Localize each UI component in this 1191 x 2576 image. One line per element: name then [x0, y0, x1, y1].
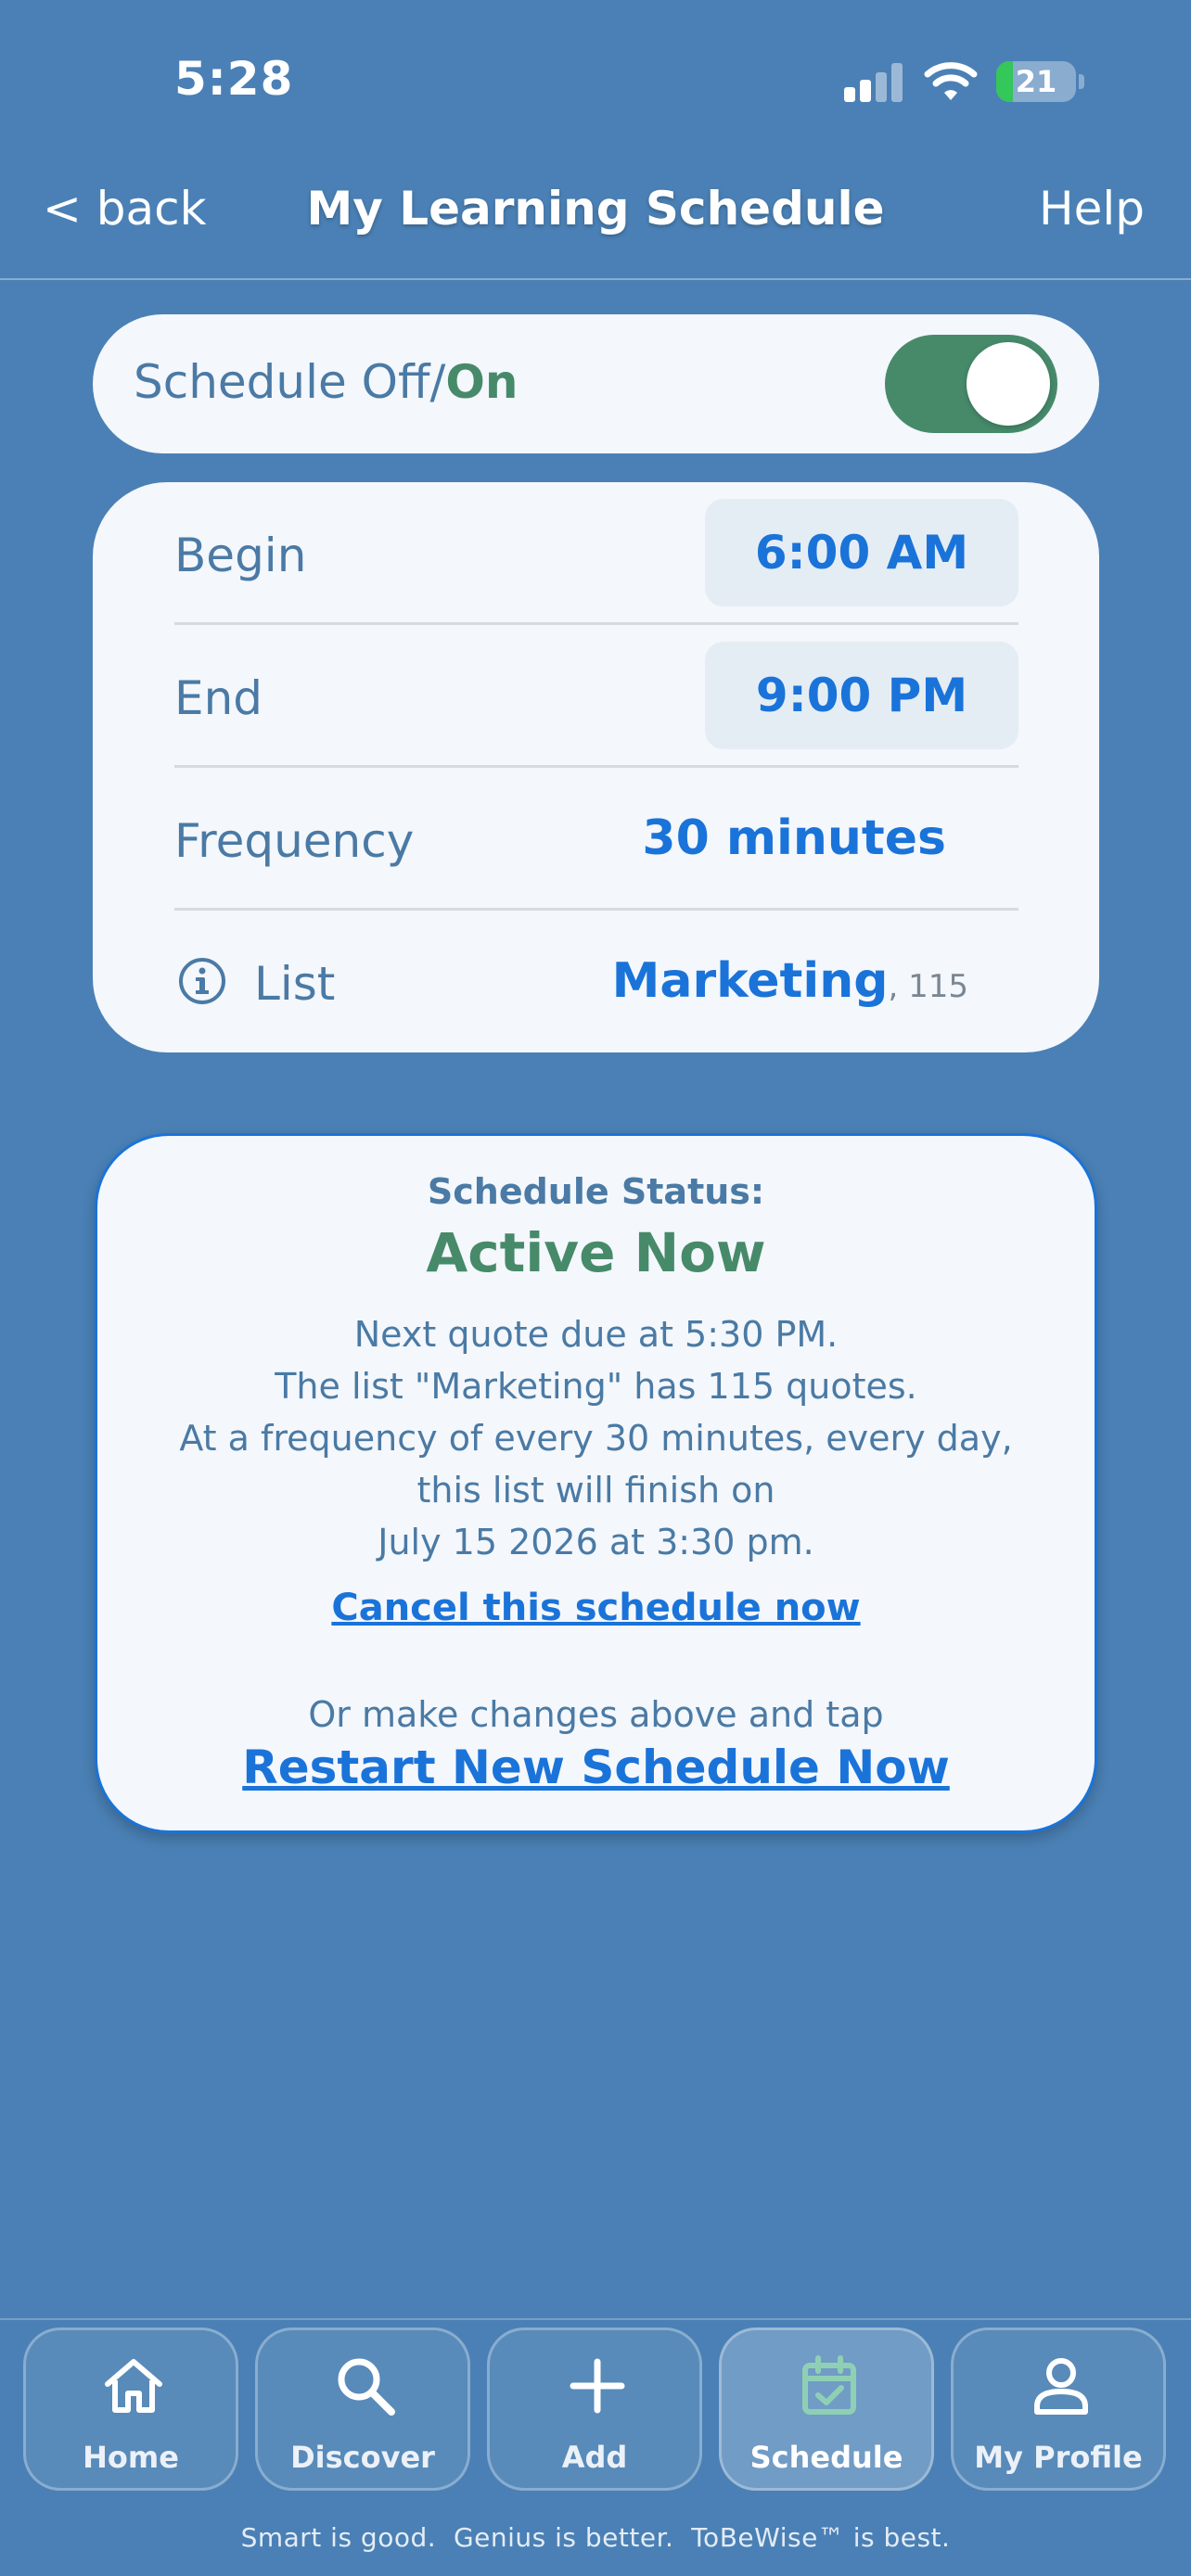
- frequency-row: Frequency 30 minutes: [174, 768, 1018, 911]
- list-value-button[interactable]: Marketing, 115: [612, 953, 968, 1009]
- status-line: Next quote due at 5:30 PM.: [353, 1314, 839, 1355]
- list-row: List Marketing, 115: [174, 911, 1018, 1053]
- tab-label: Discover: [290, 2440, 435, 2475]
- home-icon: [105, 2359, 162, 2413]
- tab-discover[interactable]: Discover: [255, 2327, 470, 2491]
- status-time: 5:28: [174, 52, 294, 106]
- tab-add[interactable]: Add: [487, 2327, 702, 2491]
- frequency-value-button[interactable]: 30 minutes: [642, 810, 946, 866]
- toggle-knob: [967, 342, 1050, 426]
- plus-icon: [570, 2358, 625, 2414]
- frequency-label: Frequency: [174, 814, 415, 868]
- info-icon[interactable]: [178, 957, 226, 1005]
- end-row: End 9:00 PM: [174, 625, 1018, 768]
- help-button[interactable]: Help: [1039, 182, 1145, 236]
- status-heading: Schedule Status:: [427, 1171, 765, 1212]
- search-icon: [338, 2358, 395, 2416]
- cellular-signal-icon: [844, 63, 903, 102]
- tab-home[interactable]: Home: [23, 2327, 238, 2491]
- status-line: this list will finish on: [416, 1470, 775, 1511]
- wifi-icon: [924, 62, 978, 100]
- restart-schedule-link[interactable]: Restart New Schedule Now: [97, 1741, 1095, 1794]
- tab-label: Home: [83, 2440, 179, 2475]
- begin-label: Begin: [174, 529, 307, 582]
- schedule-status-card: Schedule Status: Active Now Next quote d…: [95, 1133, 1097, 1833]
- schedule-toggle-card: Schedule Off/On: [93, 314, 1099, 453]
- schedule-toggle-switch[interactable]: [885, 335, 1057, 433]
- status-value: Active Now: [426, 1221, 766, 1284]
- status-line: The list "Marketing" has 115 quotes.: [275, 1366, 917, 1407]
- tab-schedule[interactable]: Schedule: [719, 2327, 934, 2491]
- person-icon: [1034, 2358, 1088, 2415]
- schedule-settings-card: Begin 6:00 AM End 9:00 PM Frequency 30 m…: [93, 482, 1099, 1052]
- tab-label: My Profile: [974, 2440, 1143, 2475]
- status-bar: 5:28 21: [0, 0, 1191, 148]
- cancel-schedule-link[interactable]: Cancel this schedule now: [97, 1587, 1095, 1629]
- toggle-label-prefix: Schedule Off/: [134, 355, 446, 409]
- begin-row: Begin 6:00 AM: [174, 482, 1018, 625]
- battery-icon: 21: [996, 61, 1076, 102]
- list-count: , 115: [888, 968, 968, 1005]
- end-label: End: [174, 671, 263, 725]
- page-title: My Learning Schedule: [306, 182, 885, 236]
- tab-label: Schedule: [749, 2440, 903, 2475]
- tab-my-profile[interactable]: My Profile: [951, 2327, 1166, 2491]
- end-time-button[interactable]: 9:00 PM: [705, 642, 1018, 749]
- nav-bar: < back My Learning Schedule Help: [0, 148, 1191, 280]
- list-label: List: [254, 957, 336, 1011]
- status-line: At a frequency of every 30 minutes, ever…: [179, 1418, 1013, 1459]
- begin-time-button[interactable]: 6:00 AM: [705, 499, 1018, 606]
- list-name: Marketing: [611, 953, 889, 1009]
- calendar-check-icon: [802, 2355, 856, 2415]
- tagline: Smart is good. Genius is better. ToBeWis…: [240, 2522, 951, 2553]
- status-line: July 15 2026 at 3:30 pm.: [378, 1522, 814, 1562]
- battery-level: 21: [1015, 64, 1057, 99]
- toggle-label-on: On: [445, 355, 519, 409]
- schedule-toggle-label: Schedule Off/On: [134, 355, 518, 409]
- status-details: Next quote due at 5:30 PM. The list "Mar…: [116, 1308, 1076, 1568]
- tab-label: Add: [561, 2440, 628, 2475]
- or-text: Or make changes above and tap: [308, 1694, 884, 1735]
- battery-cap: [1079, 74, 1084, 89]
